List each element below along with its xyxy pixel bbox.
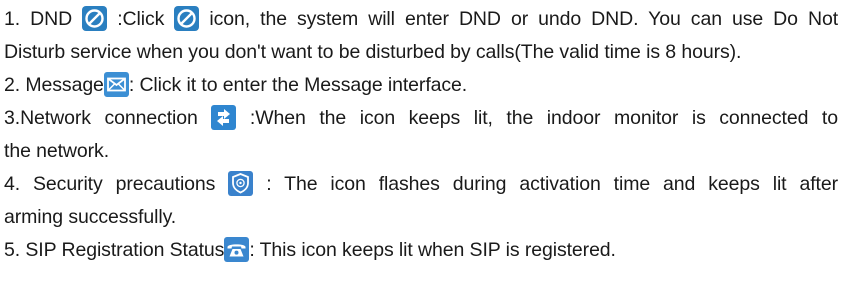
- security-icon: [228, 171, 254, 196]
- item-network-text-1: :When the icon keeps lit, the indoor mon…: [249, 107, 838, 129]
- item-security-line-1: 4. Security precautions : The icon flash…: [4, 165, 838, 198]
- item-dnd-mid: :Click: [117, 8, 165, 30]
- item-message-line: 2. Message : Click it to enter the Messa…: [4, 66, 838, 99]
- item-message-text: : Click it to enter the Message interfac…: [128, 74, 468, 96]
- item-network-line-1: 3.Network connection :When the icon keep…: [4, 99, 838, 132]
- item-security-lead: 4. Security precautions: [4, 173, 216, 195]
- item-dnd-line-2: Disturb service when you don't want to b…: [4, 33, 838, 66]
- item-dnd-text-2: Disturb service when you don't want to b…: [4, 41, 742, 63]
- item-dnd-text-1: icon, the system will enter DND or undo …: [209, 8, 838, 30]
- item-dnd-line-1: 1. DND :Click icon, the system will ente…: [4, 0, 838, 33]
- item-sip-text: : This icon keeps lit when SIP is regist…: [249, 239, 616, 261]
- dnd-icon: [82, 6, 108, 31]
- item-security-line-2: arming successfully.: [4, 198, 838, 231]
- message-icon: [103, 72, 129, 97]
- dnd-icon: [174, 6, 200, 31]
- item-dnd-lead: 1. DND: [4, 8, 73, 30]
- instruction-list: 1. DND :Click icon, the system will ente…: [4, 0, 838, 264]
- network-icon: [211, 105, 237, 130]
- item-network-line-2: the network.: [4, 132, 838, 165]
- item-sip-line: 5. SIP Registration Status : This icon k…: [4, 231, 838, 264]
- sip-phone-icon: [224, 237, 250, 262]
- item-sip-lead: 5. SIP Registration Status: [4, 239, 225, 261]
- item-network-lead: 3.Network connection: [4, 107, 198, 129]
- item-network-text-2: the network.: [4, 140, 110, 162]
- item-security-text-1: : The icon flashes during activation tim…: [266, 173, 838, 195]
- item-security-text-2: arming successfully.: [4, 206, 177, 228]
- item-message-lead: 2. Message: [4, 74, 104, 96]
